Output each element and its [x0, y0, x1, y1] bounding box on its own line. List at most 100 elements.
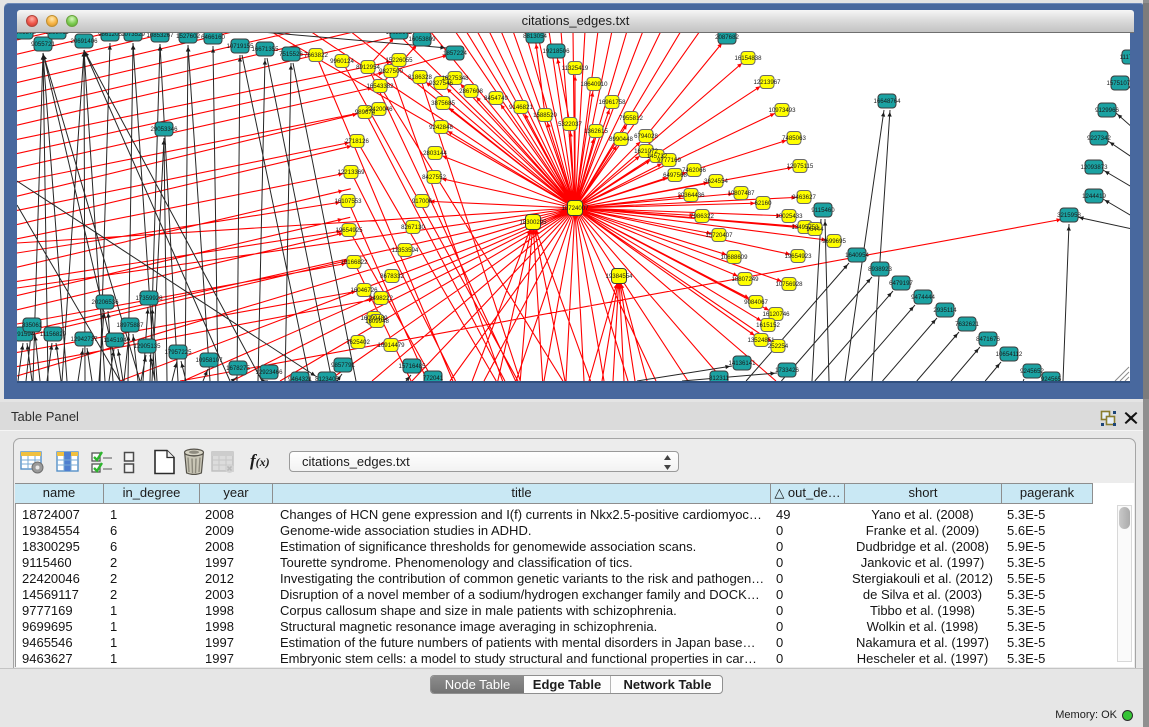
svg-text:9699695: 9699695 [822, 238, 846, 245]
svg-text:9055721: 9055721 [31, 41, 55, 48]
svg-text:6479197: 6479197 [889, 280, 913, 287]
svg-text:20206536: 20206536 [91, 299, 119, 306]
svg-text:1615152: 1615152 [756, 322, 780, 329]
svg-text:9242848: 9242848 [429, 124, 453, 131]
svg-text:19654925: 19654925 [335, 227, 363, 234]
svg-text:10025433: 10025433 [775, 213, 803, 220]
svg-text:19166822: 19166822 [340, 259, 368, 266]
svg-text:1733426: 1733426 [775, 367, 799, 374]
svg-text:18807249: 18807249 [731, 276, 759, 283]
svg-text:9857791: 9857791 [331, 362, 355, 369]
svg-text:8912954: 8912954 [356, 64, 380, 71]
svg-text:10853267: 10853267 [146, 33, 174, 39]
svg-text:18640910: 18640910 [580, 81, 608, 88]
svg-text:12942737: 12942737 [70, 336, 98, 343]
svg-text:62160: 62160 [755, 200, 773, 207]
svg-text:9960124: 9960124 [330, 58, 354, 65]
svg-text:3624554: 3624554 [704, 178, 728, 185]
svg-text:2867608: 2867608 [459, 88, 483, 95]
svg-text:16120746: 16120746 [762, 311, 790, 318]
svg-text:1857224: 1857224 [443, 50, 467, 57]
svg-text:12213369: 12213369 [337, 169, 365, 176]
svg-text:8454749: 8454749 [484, 95, 508, 102]
svg-text:3215958: 3215958 [1057, 212, 1081, 219]
svg-text:2718126: 2718126 [345, 138, 369, 145]
svg-text:9498222: 9498222 [369, 295, 393, 302]
svg-text:7986322: 7986322 [690, 213, 714, 220]
svg-text:7955812: 7955812 [619, 115, 643, 122]
svg-text:12975115: 12975115 [787, 163, 814, 170]
svg-text:12923466: 12923466 [255, 369, 283, 376]
svg-text:1588520: 1588520 [533, 112, 557, 119]
svg-text:252254: 252254 [768, 343, 789, 350]
svg-text:16671355: 16671355 [251, 46, 279, 53]
svg-text:1527602: 1527602 [176, 33, 200, 40]
svg-text:9115460: 9115460 [811, 207, 835, 214]
svg-text:12093873: 12093873 [1080, 164, 1108, 171]
svg-text:15720407: 15720407 [705, 232, 733, 239]
svg-text:8471676: 8471676 [976, 336, 1000, 343]
svg-text:16053809: 16053809 [408, 36, 436, 43]
svg-text:10807487: 10807487 [727, 190, 755, 197]
svg-text:18975887: 18975887 [116, 322, 144, 329]
svg-text:7515526: 7515526 [279, 51, 303, 58]
svg-text:9129966: 9129966 [1095, 107, 1119, 114]
svg-text:9861205: 9861205 [98, 33, 122, 38]
svg-text:29053346: 29053346 [150, 126, 178, 133]
svg-text:11156829: 11156829 [40, 331, 67, 338]
svg-text:7462066: 7462066 [682, 167, 706, 174]
svg-text:10654112: 10654112 [996, 351, 1023, 358]
svg-text:6794028: 6794028 [634, 133, 658, 140]
svg-text:1905572: 1905572 [17, 33, 36, 36]
svg-text:2803144: 2803144 [423, 150, 447, 157]
svg-text:16154838: 16154838 [734, 55, 762, 62]
svg-text:10756928: 10756928 [775, 281, 803, 288]
svg-text:10958107: 10958107 [195, 357, 223, 364]
svg-text:15716485: 15716485 [398, 363, 426, 370]
svg-text:8235011: 8235011 [45, 33, 69, 36]
svg-text:1362615: 1362615 [584, 128, 608, 135]
svg-text:2935114: 2935114 [933, 307, 957, 314]
svg-text:17957225: 17957225 [164, 349, 192, 356]
svg-text:8267130: 8267130 [401, 224, 425, 231]
svg-text:9777169: 9777169 [657, 157, 681, 164]
svg-text:3875685: 3875685 [431, 100, 455, 107]
svg-text:1073529: 1073529 [121, 33, 145, 38]
svg-text:19218506: 19218506 [542, 48, 570, 55]
svg-text:1244419: 1244419 [1082, 193, 1106, 200]
svg-text:1678275: 1678275 [226, 365, 250, 372]
svg-text:12905135: 12905135 [133, 343, 161, 350]
svg-text:17359928: 17359928 [135, 295, 163, 302]
svg-text:8678332: 8678332 [380, 273, 404, 280]
svg-text:2087682: 2087682 [715, 34, 739, 41]
svg-text:7485063: 7485063 [782, 135, 806, 142]
svg-text:11325419: 11325419 [562, 65, 589, 72]
svg-text:1145194: 1145194 [103, 337, 127, 344]
svg-text:11353594: 11353594 [392, 247, 419, 254]
svg-text:1609948: 1609948 [365, 318, 389, 325]
svg-text:7663822: 7663822 [304, 52, 328, 59]
svg-text:16543382: 16543382 [366, 83, 394, 90]
svg-text:15226055: 15226055 [385, 57, 413, 64]
svg-text:6466160: 6466160 [201, 34, 225, 41]
svg-text:7632621: 7632621 [955, 321, 979, 328]
svg-text:20364436: 20364436 [677, 192, 705, 199]
svg-text:22420046: 22420046 [365, 106, 393, 113]
svg-text:16648764: 16648764 [873, 98, 901, 105]
svg-text:18724007: 18724007 [561, 205, 589, 212]
svg-text:9227342: 9227342 [1087, 135, 1111, 142]
svg-text:14136141: 14136141 [728, 360, 756, 367]
svg-text:8813054: 8813054 [523, 33, 547, 40]
svg-text:391594: 391594 [17, 331, 35, 338]
svg-text:19384554: 19384554 [605, 273, 633, 280]
svg-text:917006: 917006 [412, 198, 433, 205]
svg-text:10973493: 10973493 [768, 107, 796, 114]
svg-text:19654923: 19654923 [784, 253, 812, 260]
svg-text:835061: 835061 [22, 322, 43, 329]
svg-text:8427552: 8427552 [422, 174, 446, 181]
svg-text:16046726: 16046726 [350, 287, 378, 294]
svg-text:96444: 96444 [807, 226, 825, 233]
svg-text:16107553: 16107553 [334, 198, 362, 205]
svg-text:5322037: 5322037 [558, 121, 582, 128]
svg-text:8938923: 8938923 [868, 266, 892, 273]
